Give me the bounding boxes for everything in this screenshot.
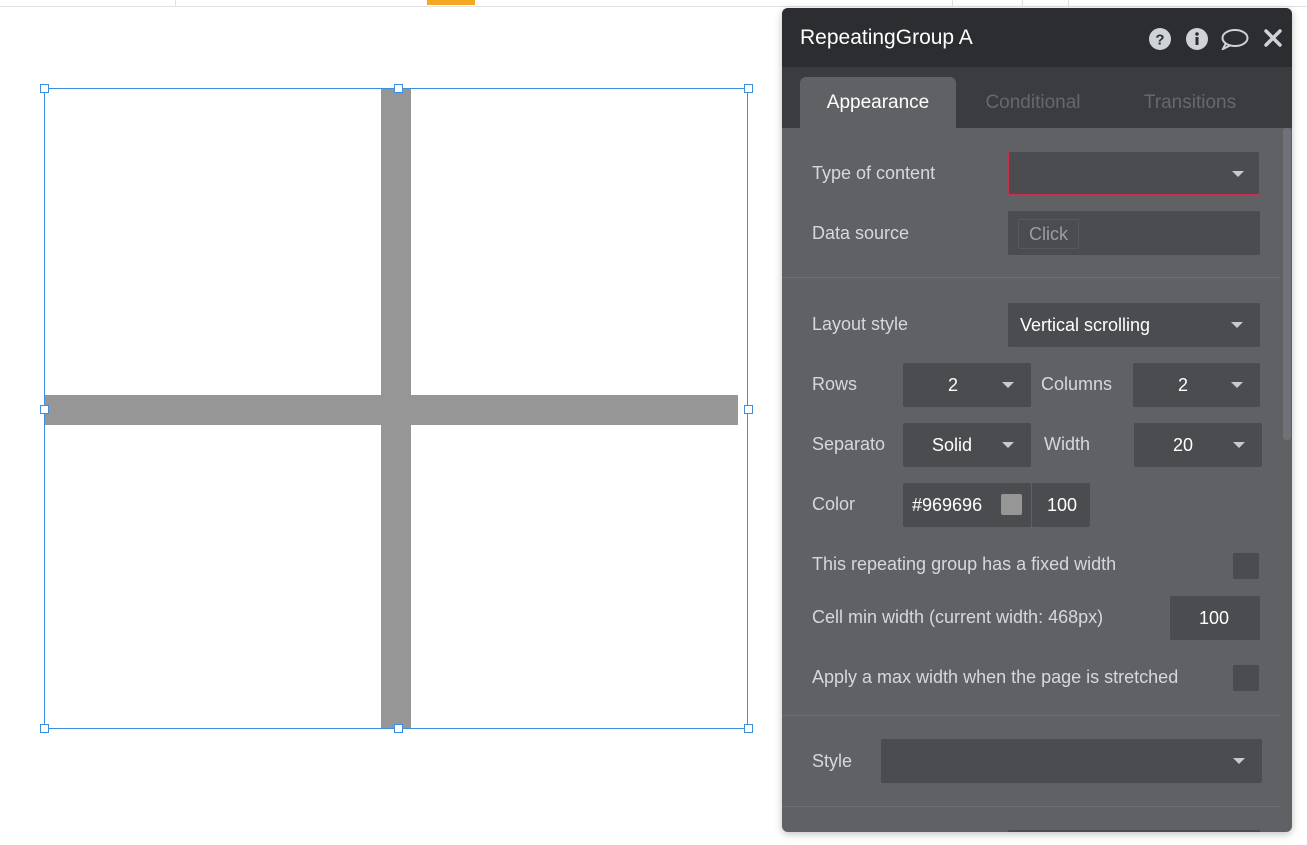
style-dropdown[interactable] xyxy=(881,739,1262,783)
cell-min-width-input[interactable]: 100 xyxy=(1170,596,1260,640)
panel-scrollbar[interactable] xyxy=(1283,128,1291,440)
color-label: Color xyxy=(812,494,856,514)
top-bar-divider xyxy=(175,0,176,6)
help-icon[interactable]: ? xyxy=(1149,28,1171,50)
columns-label: Columns xyxy=(1041,374,1113,394)
cell-min-width-label: Cell min width (current width: 468px) xyxy=(812,607,1104,627)
top-bar-divider xyxy=(1068,0,1069,6)
chevron-down-icon xyxy=(1233,442,1245,448)
editor-top-bar xyxy=(0,0,1307,7)
fixed-width-label: This repeating group has a fixed width xyxy=(812,554,1117,574)
color-opacity-field[interactable]: 100 xyxy=(1032,483,1090,527)
type-of-content-label: Type of content xyxy=(812,163,936,183)
fixed-width-checkbox[interactable] xyxy=(1233,553,1259,579)
next-field-partial xyxy=(1008,830,1260,832)
separator-style-value: Solid xyxy=(932,435,973,455)
chevron-down-icon xyxy=(1002,442,1014,448)
cell-min-width-value: 100 xyxy=(1199,608,1230,628)
resize-handle-bottom-left[interactable] xyxy=(40,724,49,733)
resize-handle-top-left[interactable] xyxy=(40,84,49,93)
panel-header: RepeatingGroup A ? xyxy=(782,8,1292,67)
top-bar-divider xyxy=(1022,0,1023,6)
layout-style-dropdown[interactable]: Vertical scrolling xyxy=(1008,303,1260,347)
separator-style-dropdown[interactable]: Solid xyxy=(903,423,1031,467)
chevron-down-icon xyxy=(1233,758,1245,764)
chevron-down-icon xyxy=(1231,322,1243,328)
tab-transitions[interactable]: Transitions xyxy=(1120,77,1260,128)
repeating-group-element[interactable] xyxy=(44,88,748,729)
section-divider xyxy=(782,806,1280,807)
layout-style-label: Layout style xyxy=(812,314,909,334)
max-width-checkbox[interactable] xyxy=(1233,665,1259,691)
data-source-click-placeholder[interactable]: Click xyxy=(1018,219,1079,249)
resize-handle-bottom-right[interactable] xyxy=(744,724,753,733)
panel-tabs: Appearance Conditional Transitions xyxy=(782,67,1292,128)
resize-handle-bottom[interactable] xyxy=(394,724,403,733)
data-source-field[interactable]: Click xyxy=(1008,211,1260,255)
resize-handle-top[interactable] xyxy=(394,84,403,93)
separator-width-value: 20 xyxy=(1173,435,1194,455)
resize-handle-top-right[interactable] xyxy=(744,84,753,93)
section-divider xyxy=(782,277,1280,278)
close-icon[interactable] xyxy=(1263,28,1283,50)
rows-label: Rows xyxy=(812,374,858,394)
rows-dropdown[interactable]: 2 xyxy=(903,363,1031,407)
separator-label: Separato xyxy=(812,434,886,454)
section-divider xyxy=(782,715,1280,716)
columns-value: 2 xyxy=(1178,375,1189,395)
info-icon[interactable] xyxy=(1186,28,1208,50)
property-editor-panel: RepeatingGroup A ? Appearance Conditiona… xyxy=(782,8,1292,832)
type-of-content-dropdown[interactable] xyxy=(1008,151,1260,195)
resize-handle-right[interactable] xyxy=(744,405,753,414)
panel-title: RepeatingGroup A xyxy=(800,26,973,49)
active-tab-indicator xyxy=(427,0,475,5)
separator-width-dropdown[interactable]: 20 xyxy=(1134,423,1262,467)
rows-value: 2 xyxy=(948,375,959,395)
data-source-label: Data source xyxy=(812,223,910,243)
top-bar-divider xyxy=(952,0,953,6)
svg-text:?: ? xyxy=(1155,32,1164,49)
tab-conditional[interactable]: Conditional xyxy=(962,77,1104,128)
color-swatch[interactable] xyxy=(1001,494,1022,515)
color-opacity-value: 100 xyxy=(1047,495,1078,515)
chevron-down-icon xyxy=(1002,382,1014,388)
chevron-down-icon xyxy=(1232,171,1244,177)
max-width-label: Apply a max width when the page is stret… xyxy=(812,667,1179,687)
resize-handle-left[interactable] xyxy=(40,405,49,414)
horizontal-separator xyxy=(45,395,738,425)
chevron-down-icon xyxy=(1231,382,1243,388)
layout-style-value: Vertical scrolling xyxy=(1020,315,1151,335)
style-label: Style xyxy=(812,751,853,771)
width-label: Width xyxy=(1044,434,1091,454)
color-hex-value: #969696 xyxy=(912,495,983,515)
comment-icon[interactable] xyxy=(1220,28,1249,52)
tab-appearance[interactable]: Appearance xyxy=(800,77,956,128)
columns-dropdown[interactable]: 2 xyxy=(1133,363,1260,407)
color-hex-field[interactable]: #969696 xyxy=(903,483,1031,527)
